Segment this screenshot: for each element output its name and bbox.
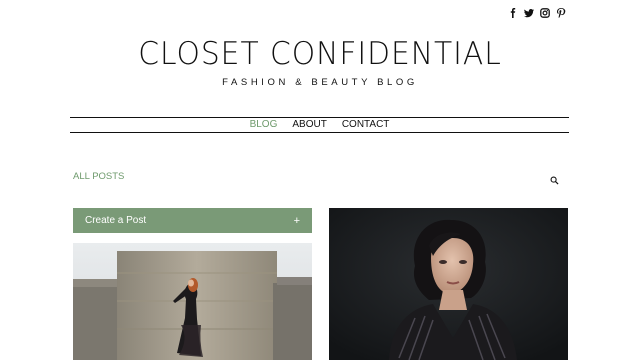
nav-item-about[interactable]: ABOUT [292, 119, 326, 131]
post-image-ruins[interactable] [73, 243, 312, 360]
create-post-button[interactable]: Create a Post + [73, 208, 312, 233]
site-tagline: FASHION & BEAUTY BLOG [222, 77, 418, 88]
facebook-icon[interactable] [507, 7, 518, 18]
pinterest-icon[interactable] [555, 7, 566, 18]
site-title[interactable]: CLOSET CONFIDENTIAL [13, 36, 627, 72]
search-icon[interactable] [550, 172, 559, 185]
nav-item-blog[interactable]: BLOG [250, 119, 278, 131]
create-post-label: Create a Post [85, 215, 147, 226]
nav-item-contact[interactable]: CONTACT [342, 119, 390, 131]
twitter-icon[interactable] [523, 7, 534, 18]
main-nav: BLOG ABOUT CONTACT [70, 117, 569, 133]
all-posts-filter[interactable]: ALL POSTS [73, 171, 124, 182]
post-image-portrait[interactable] [329, 208, 568, 360]
social-links [507, 7, 566, 18]
plus-icon: + [293, 214, 300, 227]
instagram-icon[interactable] [539, 7, 550, 18]
